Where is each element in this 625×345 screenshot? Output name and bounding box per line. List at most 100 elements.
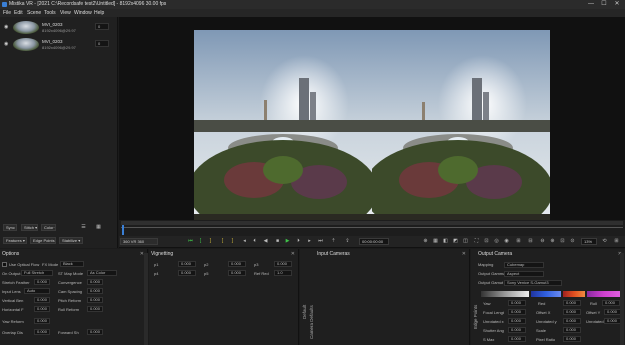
focal-length-field[interactable]: 0.000 xyxy=(508,309,526,315)
s-max-field[interactable]: 0.000 xyxy=(508,336,526,342)
minimize-button[interactable]: — xyxy=(585,0,597,9)
on-output-dropdown[interactable]: Full Stretch xyxy=(21,270,53,276)
export-icon[interactable]: ⇪ xyxy=(344,238,351,245)
p5-field[interactable]: 0.000 xyxy=(228,270,246,276)
cam-spacing-field[interactable]: 0.000 xyxy=(87,288,103,294)
fx-mode-dropdown[interactable]: Black xyxy=(60,261,84,267)
timeline-scrollbar[interactable] xyxy=(121,221,623,225)
menu-scene[interactable]: Scene xyxy=(27,10,41,16)
overlap-field[interactable]: 0.000 xyxy=(34,329,50,335)
view-mode-dropdown[interactable]: 360 VR 360 xyxy=(120,238,158,245)
shutter-angle-field[interactable]: 0.000 xyxy=(508,327,526,333)
pitch-reform-field[interactable]: 0.000 xyxy=(87,297,103,303)
fit-icon[interactable]: ⊡ xyxy=(559,238,566,245)
menu-view[interactable]: View xyxy=(60,10,71,16)
timecode-field[interactable]: 00:00:00:00 xyxy=(359,238,389,245)
compare-icon[interactable]: ◧ xyxy=(442,238,449,245)
playhead[interactable] xyxy=(122,225,124,235)
stabilize-dropdown[interactable]: Stabilize ▾ xyxy=(59,237,83,244)
red-gradient[interactable] xyxy=(563,291,585,297)
pixel-ratio-field[interactable]: 0.000 xyxy=(563,336,581,342)
maximize-button[interactable]: ☐ xyxy=(598,0,610,9)
transform-icon[interactable]: ⊞ xyxy=(515,238,522,245)
play-reverse-icon[interactable]: ◀ xyxy=(262,238,269,245)
p2-field[interactable]: 0.000 xyxy=(228,261,246,267)
options-scrollbar[interactable] xyxy=(144,253,148,345)
edge-points-dropdown[interactable]: Edge Points ▾ xyxy=(30,237,56,244)
vr-headset-icon[interactable]: ⊡ xyxy=(483,238,490,245)
menu-window[interactable]: Window xyxy=(74,10,92,16)
output-camera-scrollbar[interactable] xyxy=(620,253,624,345)
zoom-in-icon[interactable]: ⊕ xyxy=(549,238,556,245)
stereo-viewer[interactable] xyxy=(119,17,625,224)
mark-in-icon[interactable]: [ xyxy=(197,238,204,245)
go-end-icon[interactable]: ⏭ xyxy=(317,238,324,245)
p1-field[interactable]: 0.000 xyxy=(178,261,196,267)
p4-field[interactable]: 0.000 xyxy=(178,270,196,276)
magenta-gradient[interactable] xyxy=(587,291,621,297)
mark-out-icon[interactable]: ] xyxy=(207,238,214,245)
output-gamma-dropdown[interactable]: Aspect xyxy=(504,271,544,277)
luma-gradient[interactable] xyxy=(481,291,529,297)
close-panel-icon[interactable]: ✕ xyxy=(462,251,466,257)
stereo-icon[interactable]: ◫ xyxy=(462,238,469,245)
eye-icon[interactable]: ◉ xyxy=(4,24,10,30)
mapping-dropdown[interactable]: Cubemap xyxy=(504,262,544,268)
play-icon[interactable]: ▶ xyxy=(284,238,291,245)
convergence-field[interactable]: 0.000 xyxy=(87,279,103,285)
eye-icon[interactable]: ◉ xyxy=(4,41,10,47)
zoom-out-icon[interactable]: ⊖ xyxy=(539,238,546,245)
stop-icon[interactable]: ■ xyxy=(274,238,281,245)
step-back-icon[interactable]: ◂ xyxy=(241,238,248,245)
features-dropdown[interactable]: Features ▾ xyxy=(3,237,27,244)
audio-icon[interactable]: ◉ xyxy=(503,238,510,245)
red-field[interactable]: 0.000 xyxy=(563,300,581,306)
go-start-icon[interactable]: ⏮ xyxy=(187,238,194,245)
forward-shift-field[interactable]: 0.000 xyxy=(87,329,103,335)
step-forward-icon[interactable]: ▸ xyxy=(306,238,313,245)
close-button[interactable]: ✕ xyxy=(611,0,623,9)
menu-edit[interactable]: Edit xyxy=(14,10,23,16)
mask-icon[interactable]: ◩ xyxy=(452,238,459,245)
clip-offset-field[interactable]: 0 xyxy=(95,23,109,30)
menu-tools[interactable]: Tools xyxy=(44,10,56,16)
offset-x-field[interactable]: 0.000 xyxy=(563,309,581,315)
vertical-bend-field[interactable]: 0.000 xyxy=(34,297,50,303)
color-dropdown[interactable]: Color ▾ xyxy=(41,224,56,231)
unrotated-y-field[interactable]: 0.000 xyxy=(563,318,581,324)
camera-defaults-vertical-tab[interactable]: Camera Defaults xyxy=(309,259,314,339)
sync-dropdown[interactable]: Sync ▾ xyxy=(3,224,17,231)
panel-toggle-icon[interactable]: ⊞ xyxy=(613,238,620,245)
reset-view-icon[interactable]: ⊙ xyxy=(569,238,576,245)
next-frame-icon[interactable]: ⏵ xyxy=(295,238,302,245)
clip-item[interactable]: ◉ MVI_0203 8192x4096@29.97 0 xyxy=(3,20,115,36)
timeline[interactable] xyxy=(119,220,625,236)
roll-reform-field[interactable]: 0.000 xyxy=(87,306,103,312)
grid-icon[interactable]: ▦ xyxy=(432,238,439,245)
clip-item[interactable]: ◉ MVI_0203 8192x4096@29.97 0 xyxy=(3,37,115,53)
out-point-icon[interactable]: ] xyxy=(229,238,236,245)
ref-red-field[interactable]: 1.0 xyxy=(274,270,292,276)
blue-gradient[interactable] xyxy=(531,291,561,297)
p3-field[interactable]: 0.000 xyxy=(274,261,292,267)
zoom-level-field[interactable]: 13% xyxy=(581,238,597,245)
prev-frame-icon[interactable]: ⏴ xyxy=(251,238,258,245)
close-panel-icon[interactable]: ✕ xyxy=(291,251,295,257)
render-up-icon[interactable]: ⇡ xyxy=(330,238,337,245)
default-vertical-tab[interactable]: Default xyxy=(302,259,307,319)
fullscreen-icon[interactable]: ⛶ xyxy=(473,238,480,245)
loop-icon[interactable]: ⟲ xyxy=(601,238,608,245)
menu-help[interactable]: Help xyxy=(94,10,104,16)
grid-view-icon[interactable]: ▦ xyxy=(95,224,102,231)
unrotated-x-field[interactable]: 0.000 xyxy=(508,318,526,324)
yaw-field[interactable]: 0.000 xyxy=(508,300,526,306)
output-gamut-dropdown[interactable]: Sony Venice S-Gamut3 xyxy=(504,280,562,286)
st-map-mode-dropdown[interactable]: As Color xyxy=(87,270,117,276)
eye-preview-icon[interactable]: ◎ xyxy=(493,238,500,245)
input-lens-dropdown[interactable]: Auto xyxy=(24,288,50,294)
menu-file[interactable]: File xyxy=(3,10,11,16)
stretch-feather-field[interactable]: 0.000 xyxy=(34,279,50,285)
roll-field[interactable]: 0.000 xyxy=(602,300,620,306)
yaw-reform-field[interactable]: 0.000 xyxy=(34,318,50,324)
optical-flow-checkbox[interactable] xyxy=(2,262,7,267)
